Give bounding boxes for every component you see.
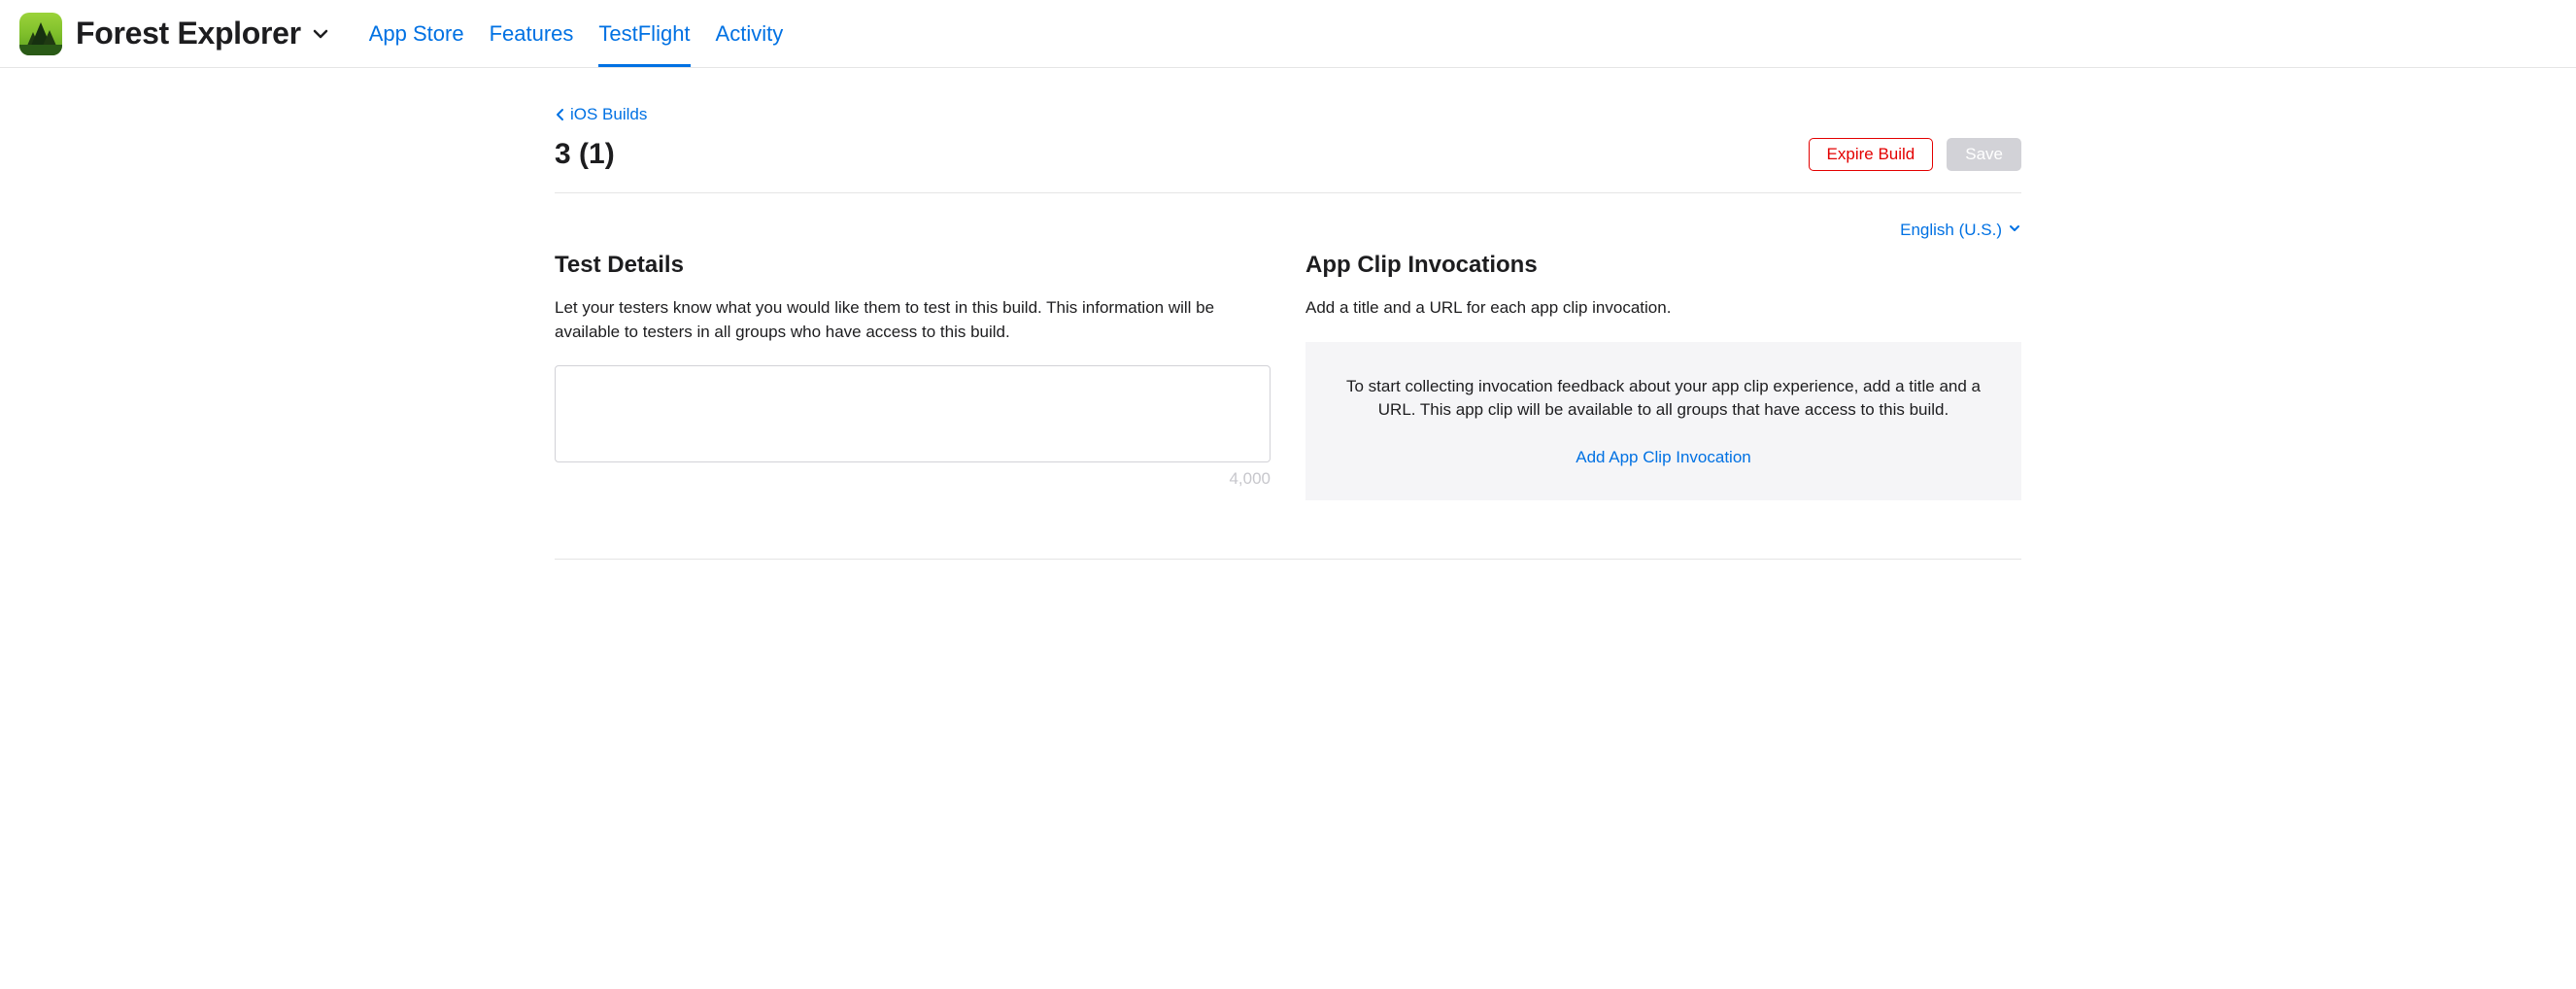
language-label: English (U.S.) — [1900, 221, 2002, 240]
app-clip-empty-box: To start collecting invocation feedback … — [1305, 342, 2021, 500]
app-switcher[interactable]: Forest Explorer — [76, 16, 330, 51]
title-row: 3 (1) Expire Build Save — [555, 138, 2021, 193]
title-actions: Expire Build Save — [1809, 138, 2021, 171]
char-limit: 4,000 — [555, 469, 1271, 489]
tab-app-store[interactable]: App Store — [369, 0, 464, 67]
header-bar: Forest Explorer App Store Features TestF… — [0, 0, 2576, 68]
tab-activity[interactable]: Activity — [716, 0, 784, 67]
tab-features[interactable]: Features — [490, 0, 574, 67]
app-clip-section: App Clip Invocations Add a title and a U… — [1305, 252, 2021, 500]
app-clip-empty-text: To start collecting invocation feedback … — [1344, 375, 1983, 423]
chevron-down-icon — [311, 24, 330, 44]
app-title: Forest Explorer — [76, 16, 301, 51]
back-link[interactable]: iOS Builds — [555, 105, 647, 124]
save-button[interactable]: Save — [1947, 138, 2021, 171]
add-app-clip-link[interactable]: Add App Clip Invocation — [1576, 448, 1751, 467]
expire-build-button[interactable]: Expire Build — [1809, 138, 1934, 171]
tab-testflight[interactable]: TestFlight — [598, 0, 690, 67]
nav-tabs: App Store Features TestFlight Activity — [369, 0, 784, 67]
language-select[interactable]: English (U.S.) — [1900, 221, 2021, 240]
app-clip-description: Add a title and a URL for each app clip … — [1305, 296, 2021, 321]
app-icon — [19, 13, 62, 55]
chevron-left-icon — [555, 108, 566, 121]
test-details-title: Test Details — [555, 252, 1271, 279]
divider — [555, 559, 2021, 560]
page-title: 3 (1) — [555, 138, 615, 171]
test-details-description: Let your testers know what you would lik… — [555, 296, 1271, 344]
test-details-textarea[interactable] — [555, 365, 1271, 462]
chevron-down-icon — [2008, 221, 2021, 240]
app-clip-title: App Clip Invocations — [1305, 252, 2021, 279]
test-details-section: Test Details Let your testers know what … — [555, 252, 1271, 500]
back-link-label: iOS Builds — [570, 105, 647, 124]
